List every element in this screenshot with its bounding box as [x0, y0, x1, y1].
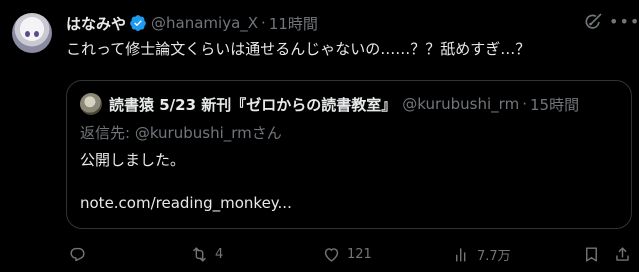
views-icon — [456, 247, 466, 262]
tweet-timestamp[interactable]: 11時間 — [269, 13, 318, 34]
reply-to-handle[interactable]: @kurubushi_rmさん — [135, 124, 282, 142]
like-count: 121 — [347, 246, 372, 262]
views-count: 7.7万 — [477, 248, 511, 264]
quoted-tweet-timestamp[interactable]: 15時間 — [530, 94, 579, 115]
share-button[interactable] — [613, 242, 632, 266]
heart-icon — [324, 247, 339, 262]
more-icon[interactable]: ••• — [609, 12, 639, 32]
header-separator: · — [261, 14, 266, 32]
avatar-eye-left — [25, 31, 30, 37]
reply-button[interactable] — [68, 242, 93, 266]
quoted-author-avatar[interactable] — [80, 93, 102, 115]
reply-to-label: 返信先: — [80, 124, 135, 142]
retweet-icon — [193, 246, 206, 262]
quoted-header-separator: · — [522, 95, 527, 113]
author-display-name[interactable]: はなみや — [66, 13, 126, 34]
share-icon — [616, 246, 629, 261]
like-button[interactable]: 121 — [322, 242, 372, 266]
grok-icon[interactable] — [583, 12, 603, 32]
retweet-button[interactable]: 4 — [190, 242, 223, 266]
quoted-author-display-name[interactable]: 読書猿 5/23 新刊『ゼロからの読書教室』 — [109, 94, 396, 115]
retweet-count: 4 — [215, 246, 224, 262]
avatar-eye-right — [34, 31, 39, 37]
reply-icon — [70, 247, 85, 261]
quoted-tweet-text: 公開しました。 — [80, 151, 186, 169]
reply-to-line: 返信先: @kurubushi_rmさん — [80, 122, 282, 143]
quoted-tweet-link[interactable]: note.com/reading_monkey... — [80, 194, 292, 212]
quoted-tweet[interactable]: 読書猿 5/23 新刊『ゼロからの読書教室』 @kurubushi_rm · 1… — [66, 80, 632, 229]
tweet-text: これって修士論文くらいは通せるんじゃないの……？？舐めすぎ…？ — [66, 40, 531, 58]
quoted-tweet-header: 読書猿 5/23 新刊『ゼロからの読書教室』 @kurubushi_rm · 1… — [109, 93, 621, 115]
tweet-header: はなみや @hanamiya_X · 11時間 — [66, 12, 589, 34]
action-bar: 4 121 7.7万 — [60, 242, 639, 266]
bookmark-icon — [586, 246, 597, 262]
bookmark-button[interactable] — [582, 242, 601, 266]
views-button[interactable]: 7.7万 — [452, 242, 511, 266]
verified-badge-icon — [130, 15, 146, 32]
quoted-author-handle[interactable]: @kurubushi_rm — [402, 95, 519, 113]
author-avatar[interactable] — [12, 13, 52, 53]
author-handle[interactable]: @hanamiya_X — [151, 14, 258, 32]
